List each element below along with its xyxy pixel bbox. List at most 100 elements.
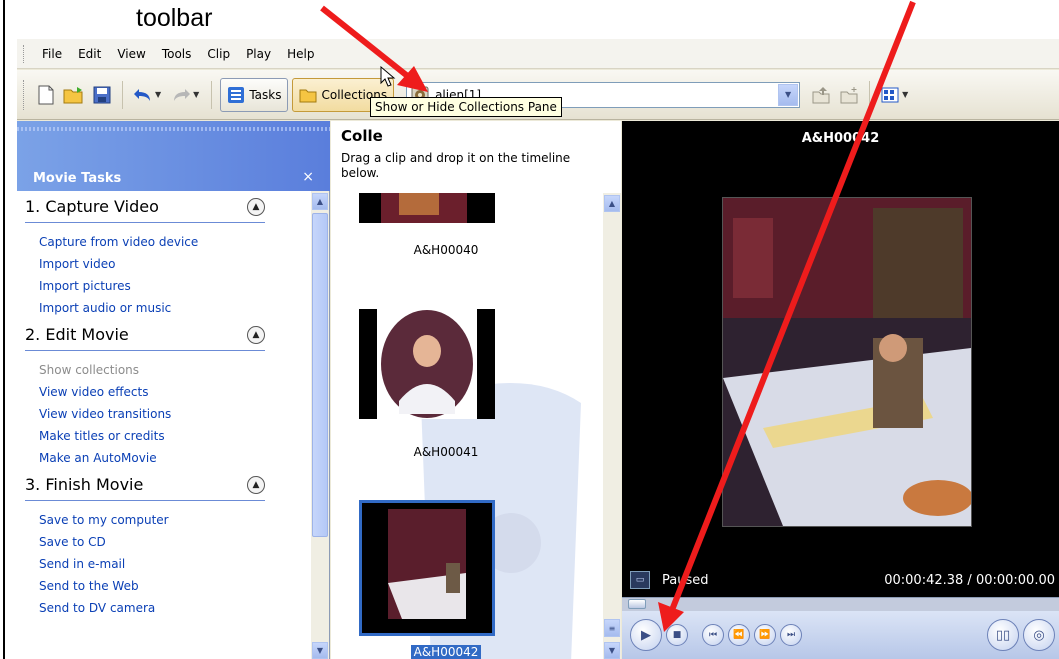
toolbar-separator	[211, 80, 213, 109]
redo-icon[interactable]	[170, 84, 192, 106]
scroll-thumb[interactable]: ≡	[604, 619, 620, 637]
clip-thumbnail[interactable]	[359, 309, 495, 419]
task-section-capture: 1. Capture Video ▲ Capture from video de…	[25, 191, 312, 319]
section-header[interactable]: 3. Finish Movie ▲	[25, 469, 265, 501]
undo-icon[interactable]	[132, 84, 154, 106]
views-icon[interactable]	[879, 84, 901, 106]
previous-frame-icon[interactable]: ⏮	[702, 624, 724, 646]
task-link[interactable]: Send in e-mail	[39, 553, 312, 575]
play-icon[interactable]: ▶	[630, 619, 662, 651]
clip-thumbnail[interactable]	[359, 193, 495, 223]
scroll-down-icon[interactable]: ▼	[604, 642, 620, 659]
menu-bar: File Edit View Tools Clip Play Help	[17, 39, 1059, 69]
menu-file[interactable]: File	[34, 44, 70, 64]
section-title: 1. Capture Video	[25, 197, 159, 216]
open-project-icon[interactable]	[63, 84, 85, 106]
tasks-scrollbar[interactable]: ▲ ▼	[311, 191, 329, 659]
header-texture	[17, 127, 330, 131]
next-frame-icon[interactable]: ⏭	[780, 624, 802, 646]
toolbar-separator	[122, 80, 123, 109]
chevron-down-icon[interactable]: ▼	[778, 83, 799, 106]
take-picture-icon[interactable]: ◎	[1023, 619, 1055, 651]
tasks-button-label: Tasks	[249, 87, 282, 102]
split-clip-icon[interactable]: ▭	[630, 571, 650, 589]
annotation-label: toolbar	[136, 4, 213, 32]
fast-forward-icon[interactable]: ⏩	[754, 624, 776, 646]
menu-clip[interactable]: Clip	[199, 44, 238, 64]
toolbar-separator	[869, 80, 871, 109]
mouse-pointer-icon	[380, 66, 396, 87]
section-title: 2. Edit Movie	[25, 325, 129, 344]
menu-view[interactable]: View	[109, 44, 153, 64]
tasks-button[interactable]: Tasks	[220, 77, 289, 112]
collections-hint: Drag a clip and drop it on the timeline …	[341, 151, 571, 180]
collapse-icon[interactable]: ▲	[247, 475, 265, 494]
scroll-thumb[interactable]	[312, 213, 328, 537]
task-link[interactable]: Import video	[39, 253, 312, 275]
menu-help[interactable]: Help	[279, 44, 322, 64]
clip-label[interactable]: A&H00040	[331, 243, 561, 257]
close-icon[interactable]: ×	[302, 169, 314, 185]
playback-controls: ▶ ■ ⏮ ⏪ ⏩ ⏭ ▯▯ ◎	[622, 611, 1059, 659]
seek-knob[interactable]	[628, 599, 646, 609]
collections-pane: Colle Drag a clip and drop it on the tim…	[331, 121, 621, 659]
views-dropdown-icon[interactable]: ▼	[902, 90, 908, 99]
task-link[interactable]: Save to my computer	[39, 509, 312, 531]
monitor-status-bar: ▭ Paused 00:00:42.38 / 00:00:00.00	[622, 565, 1059, 595]
save-project-icon[interactable]	[91, 84, 113, 106]
scroll-up-icon[interactable]: ▲	[312, 193, 328, 210]
collections-scrollbar[interactable]: ▲ ≡ ▼	[603, 193, 621, 659]
clip-label[interactable]: A&H00041	[331, 445, 561, 459]
task-section-finish: 3. Finish Movie ▲ Save to my computer Sa…	[25, 469, 312, 619]
new-collection-folder-icon[interactable]	[838, 84, 860, 106]
menu-grip[interactable]	[23, 44, 26, 63]
menu-tools[interactable]: Tools	[154, 44, 200, 64]
video-frame	[722, 197, 973, 527]
task-link[interactable]: Make titles or credits	[39, 425, 312, 447]
clip-label-selected[interactable]: A&H00042	[411, 645, 481, 659]
task-link[interactable]: Import audio or music	[39, 297, 312, 319]
preview-monitor: A&H00042 ▭ Paused 00:00:42.38 / 00:00:00…	[622, 121, 1059, 659]
toolbar-grip[interactable]	[23, 79, 26, 110]
clip-thumbnail-selected[interactable]	[359, 500, 495, 636]
menu-play[interactable]: Play	[238, 44, 279, 64]
movie-tasks-header: Movie Tasks ×	[17, 121, 330, 191]
task-link[interactable]: Save to CD	[39, 531, 312, 553]
stop-icon[interactable]: ■	[666, 624, 688, 646]
seek-bar[interactable]	[622, 597, 1059, 611]
collapse-icon[interactable]: ▲	[247, 325, 265, 344]
task-link[interactable]: Send to DV camera	[39, 597, 312, 619]
menu-edit[interactable]: Edit	[70, 44, 109, 64]
annotation-border	[3, 0, 5, 659]
task-link[interactable]: View video effects	[39, 381, 312, 403]
collapse-icon[interactable]: ▲	[247, 197, 265, 216]
task-link[interactable]: View video transitions	[39, 403, 312, 425]
scroll-down-icon[interactable]: ▼	[312, 642, 328, 659]
split-icon[interactable]: ▯▯	[987, 619, 1019, 651]
redo-dropdown-icon[interactable]: ▼	[193, 90, 199, 99]
up-one-level-icon[interactable]	[810, 84, 832, 106]
task-link[interactable]: Import pictures	[39, 275, 312, 297]
collections-title: Colle	[341, 127, 383, 145]
task-link[interactable]: Make an AutoMovie	[39, 447, 312, 469]
playback-status: Paused	[662, 572, 709, 588]
collections-list: A&H00040 A&H00041 A&H00042	[331, 193, 603, 659]
movie-tasks-title: Movie Tasks	[33, 171, 122, 186]
task-section-edit: 2. Edit Movie ▲ Show collections View vi…	[25, 319, 312, 469]
task-link-disabled: Show collections	[39, 363, 140, 377]
new-project-icon[interactable]	[35, 84, 57, 106]
scroll-up-icon[interactable]: ▲	[604, 195, 620, 212]
movie-maker-window: File Edit View Tools Clip Play Help ▼ ▼	[17, 39, 1059, 659]
section-header[interactable]: 1. Capture Video ▲	[25, 191, 265, 223]
playback-time: 00:00:42.38 / 00:00:00.00	[884, 572, 1055, 588]
collections-folder-icon	[299, 89, 317, 102]
task-link[interactable]: Send to the Web	[39, 575, 312, 597]
task-link[interactable]: Capture from video device	[39, 231, 312, 253]
monitor-title: A&H00042	[801, 131, 880, 146]
movie-tasks-pane: Movie Tasks × 1. Capture Video ▲ Capture…	[17, 121, 330, 659]
tasks-icon	[228, 86, 245, 103]
section-title: 3. Finish Movie	[25, 475, 144, 494]
section-header[interactable]: 2. Edit Movie ▲	[25, 319, 265, 351]
undo-dropdown-icon[interactable]: ▼	[155, 90, 161, 99]
rewind-icon[interactable]: ⏪	[728, 624, 750, 646]
